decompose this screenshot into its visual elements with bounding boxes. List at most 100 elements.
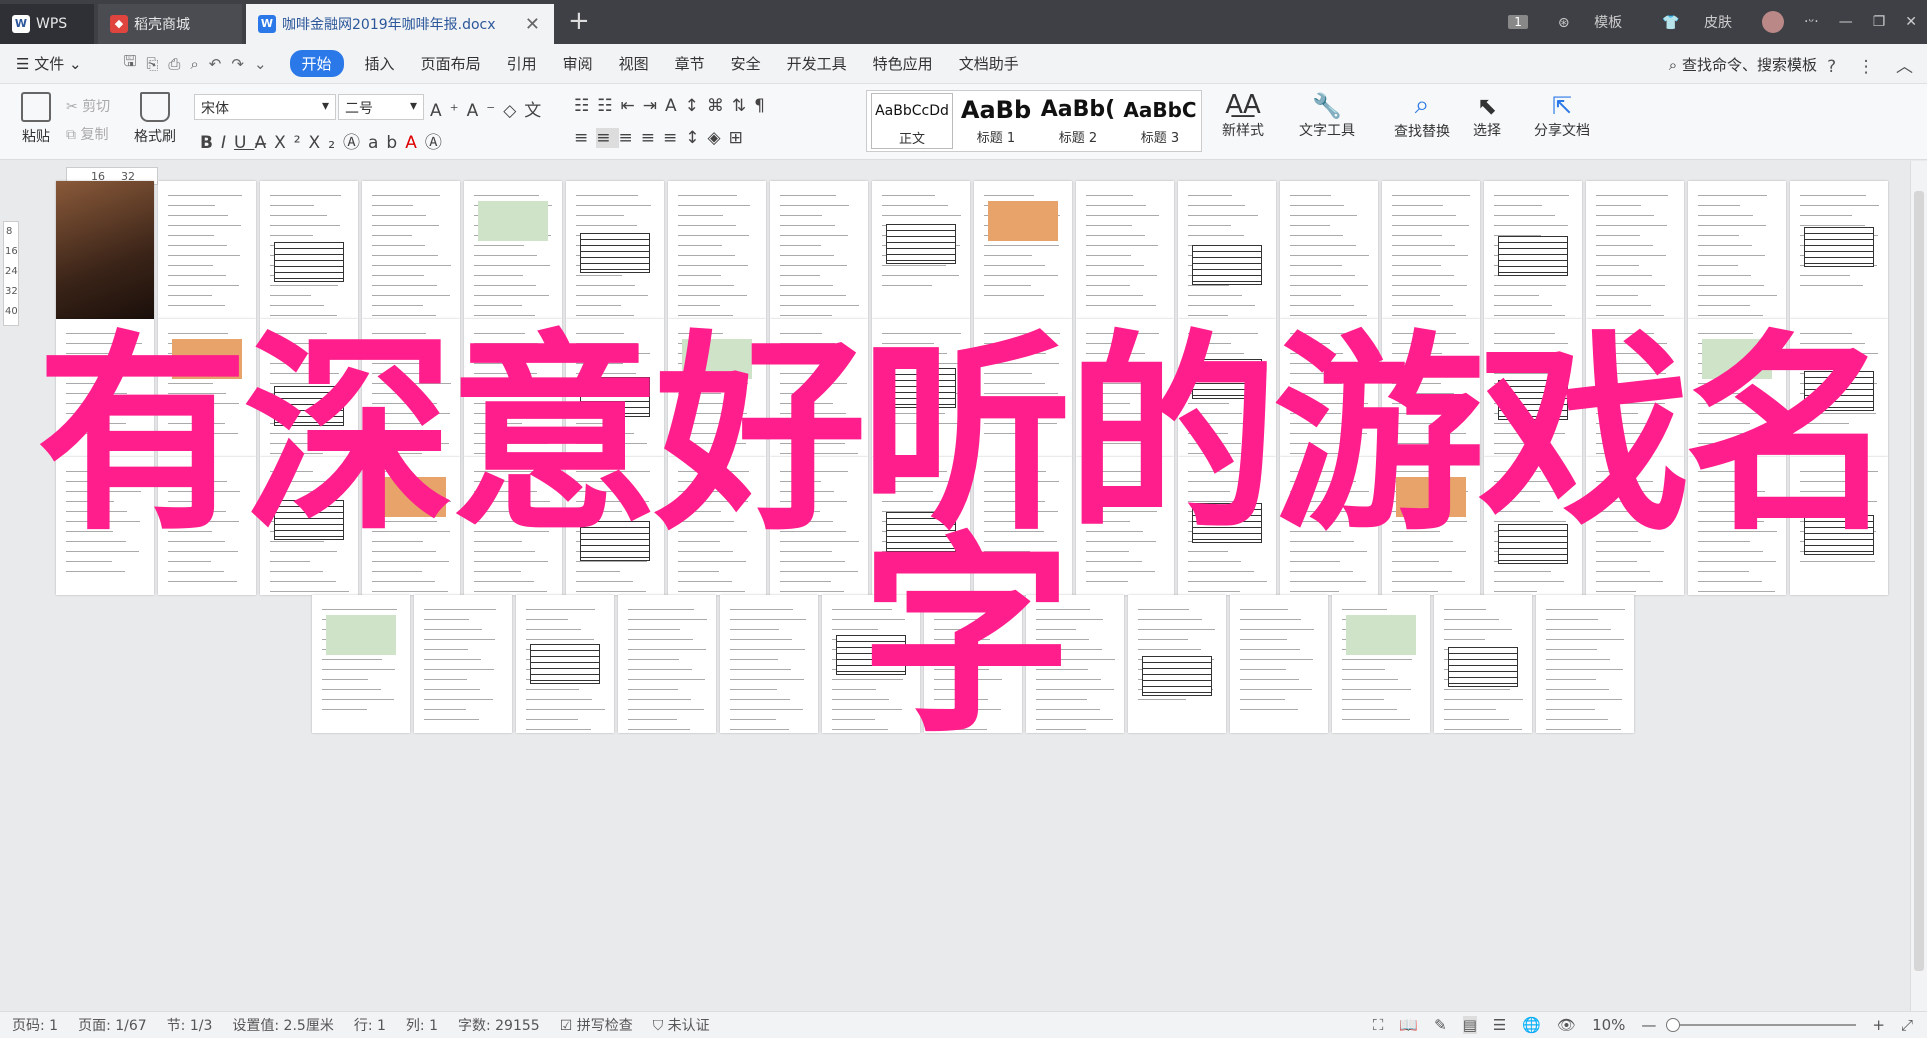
style-heading-2[interactable]: AaBb(标题 2 bbox=[1037, 93, 1119, 149]
font-color-icon[interactable]: A bbox=[405, 133, 425, 153]
status-page-code[interactable]: 页码: 1 bbox=[12, 1015, 58, 1035]
fit-page-icon[interactable]: ⤢ bbox=[1901, 1016, 1913, 1034]
cut-button[interactable]: ✂ 剪切 bbox=[66, 96, 126, 116]
spell-check-button[interactable]: ☑ 拼写检查 bbox=[560, 1015, 633, 1035]
page-thumbnail[interactable] bbox=[1382, 457, 1480, 595]
vertical-scrollbar[interactable] bbox=[1910, 161, 1927, 1011]
page-thumbnail[interactable] bbox=[1586, 181, 1684, 319]
print-icon[interactable]: ⎙ bbox=[168, 55, 180, 73]
web-view-icon[interactable]: 🌐 bbox=[1522, 1016, 1541, 1034]
save-icon[interactable]: 🖫 bbox=[124, 51, 137, 76]
page-thumbnail[interactable] bbox=[464, 457, 562, 595]
page-thumbnail[interactable] bbox=[464, 181, 562, 319]
zoom-in-icon[interactable]: + bbox=[1872, 1016, 1885, 1034]
page-thumbnail[interactable] bbox=[1790, 319, 1888, 457]
distribute-icon[interactable]: ≡ bbox=[663, 128, 685, 148]
find-replace-button[interactable]: ⌕ 查找替换 bbox=[1384, 88, 1460, 141]
align-center-icon[interactable]: ≡ bbox=[596, 128, 619, 148]
tab-document[interactable]: W 咖啡金融网2019年咖啡年报.docx ✕ bbox=[246, 4, 554, 44]
tab-special-apps[interactable]: 特色应用 bbox=[873, 53, 933, 74]
page-thumbnail[interactable] bbox=[260, 457, 358, 595]
page-thumbnail[interactable] bbox=[56, 319, 154, 457]
close-tab-icon[interactable]: ✕ bbox=[525, 14, 540, 35]
tab-sections[interactable]: 章节 bbox=[675, 53, 705, 74]
avatar[interactable] bbox=[1762, 11, 1784, 33]
subscript-icon[interactable]: X₂ bbox=[309, 133, 343, 153]
page-thumbnail[interactable] bbox=[1484, 457, 1582, 595]
sort-icon[interactable]: ⇅ bbox=[732, 96, 754, 116]
skin-button[interactable]: 👕 皮肤 bbox=[1652, 12, 1742, 32]
undo-icon[interactable]: ↶ bbox=[209, 55, 222, 73]
page-thumbnail[interactable] bbox=[770, 457, 868, 595]
line-spacing-icon[interactable]: ↕ bbox=[685, 128, 707, 148]
page-thumbnail[interactable] bbox=[618, 595, 716, 733]
new-style-button[interactable]: A͟A 新样式 bbox=[1212, 88, 1274, 140]
page-thumbnail[interactable] bbox=[822, 595, 920, 733]
tab-docer-shop[interactable]: ◆ 稻壳商城 bbox=[98, 4, 242, 44]
page-view-icon[interactable]: ▤ bbox=[1462, 1016, 1477, 1034]
page-thumbnail[interactable] bbox=[770, 181, 868, 319]
borders-icon[interactable]: ⊞ bbox=[729, 128, 751, 148]
scrollbar-thumb[interactable] bbox=[1914, 191, 1924, 971]
grow-font-icon[interactable]: A⁺ bbox=[430, 101, 467, 121]
highlight-icon[interactable]: ab bbox=[368, 133, 405, 153]
page-thumbnail[interactable] bbox=[414, 595, 512, 733]
page-thumbnail[interactable] bbox=[1178, 319, 1276, 457]
text-direction-icon[interactable]: A↕ bbox=[665, 96, 707, 116]
page-thumbnail[interactable] bbox=[872, 181, 970, 319]
page-thumbnail[interactable] bbox=[1688, 181, 1786, 319]
outline-view-icon[interactable]: ☰ bbox=[1493, 1016, 1506, 1034]
page-thumbnail[interactable] bbox=[260, 319, 358, 457]
share-doc-button[interactable]: ⇱ 分享文档 bbox=[1528, 88, 1596, 140]
page-thumbnail[interactable] bbox=[1280, 319, 1378, 457]
page-thumbnail[interactable] bbox=[158, 181, 256, 319]
page-thumbnail[interactable] bbox=[312, 595, 410, 733]
decrease-indent-icon[interactable]: ⇤ bbox=[621, 96, 643, 116]
write-mode-icon[interactable]: ✎ bbox=[1434, 1016, 1447, 1034]
page-thumbnail[interactable] bbox=[1280, 457, 1378, 595]
numbering-icon[interactable]: ☷ bbox=[597, 96, 620, 116]
page-thumbnail[interactable] bbox=[668, 319, 766, 457]
strikethrough-icon[interactable]: A̶ bbox=[254, 133, 274, 153]
style-heading-1[interactable]: AaBb 标题 1 bbox=[955, 93, 1037, 149]
shrink-font-icon[interactable]: A⁻ bbox=[467, 101, 504, 121]
page-thumbnail[interactable] bbox=[974, 319, 1072, 457]
tab-insert[interactable]: 插入 bbox=[365, 53, 395, 74]
zoom-level[interactable]: 10% bbox=[1592, 1016, 1625, 1034]
status-page[interactable]: 页面: 1/67 bbox=[78, 1015, 147, 1035]
status-words[interactable]: 字数: 29155 bbox=[458, 1015, 540, 1035]
text-effect-icon[interactable]: Ⓐ bbox=[343, 133, 368, 153]
align-right-icon[interactable]: ≡ bbox=[619, 128, 641, 148]
paste-button[interactable]: 粘贴 bbox=[12, 88, 60, 146]
more-icon[interactable]: ⋮ bbox=[1858, 57, 1875, 77]
page-thumbnail[interactable] bbox=[56, 457, 154, 595]
page-thumbnail[interactable] bbox=[516, 595, 614, 733]
page-thumbnail[interactable] bbox=[1178, 457, 1276, 595]
bold-icon[interactable]: B bbox=[200, 133, 221, 153]
page-thumbnail[interactable] bbox=[158, 457, 256, 595]
phonetic-icon[interactable]: 文 bbox=[524, 101, 549, 121]
page-thumbnail[interactable] bbox=[1128, 595, 1226, 733]
page-thumbnail[interactable] bbox=[668, 457, 766, 595]
copy-button[interactable]: ⧉ 复制 bbox=[66, 124, 126, 144]
page-thumbnail[interactable] bbox=[1586, 457, 1684, 595]
select-button[interactable]: ⬉ 选择 bbox=[1462, 88, 1512, 140]
page-thumbnail[interactable] bbox=[1332, 595, 1430, 733]
font-name-select[interactable]: 宋体 ▾ bbox=[194, 94, 336, 120]
page-thumbnail[interactable] bbox=[1790, 457, 1888, 595]
page-thumbnail[interactable] bbox=[720, 595, 818, 733]
text-tools-button[interactable]: 🔧 文字工具 bbox=[1290, 88, 1364, 140]
page-thumbnail[interactable] bbox=[1076, 181, 1174, 319]
page-thumbnail[interactable] bbox=[362, 319, 460, 457]
fullscreen-icon[interactable]: ⛶ bbox=[1373, 1016, 1384, 1034]
page-thumbnail[interactable] bbox=[362, 181, 460, 319]
file-menu[interactable]: ☰ 文件 ⌄ bbox=[16, 53, 82, 74]
format-painter-button[interactable]: 格式刷 bbox=[128, 88, 182, 146]
page-thumbnail[interactable] bbox=[872, 457, 970, 595]
page-thumbnail[interactable] bbox=[770, 319, 868, 457]
page-thumbnail[interactable] bbox=[1688, 457, 1786, 595]
page-thumbnail[interactable] bbox=[566, 457, 664, 595]
page-thumbnail[interactable] bbox=[1382, 181, 1480, 319]
style-normal[interactable]: AaBbCcDd 正文 bbox=[871, 93, 953, 149]
page-thumbnail[interactable] bbox=[56, 181, 154, 319]
